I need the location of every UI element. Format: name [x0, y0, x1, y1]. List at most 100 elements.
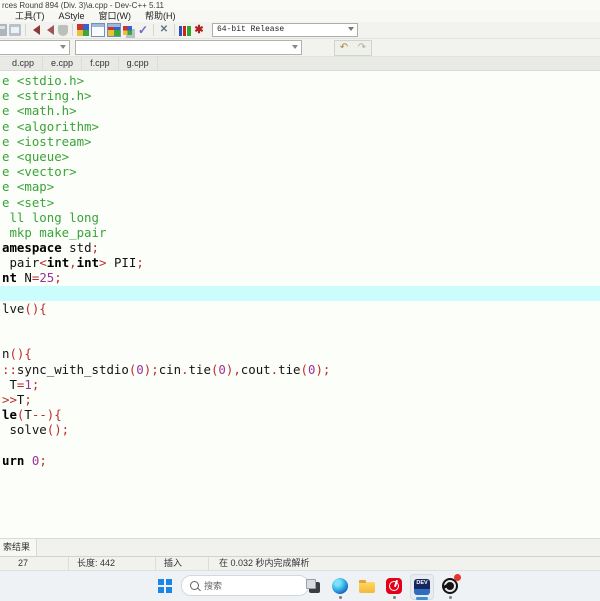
run-icon[interactable] [91, 23, 105, 37]
code-token: ; [136, 255, 144, 271]
code-token: urn [2, 452, 25, 468]
task-view-button[interactable] [302, 574, 324, 598]
code-token: 0 [136, 361, 144, 377]
code-token: e <vector> [2, 164, 77, 180]
code-token: > [99, 255, 107, 271]
tab-d.cpp[interactable]: d.cpp [4, 57, 44, 70]
editor-tabbar: d.cpp e.cpp f.cpp g.cpp [0, 57, 600, 71]
menubar: 工具(T) AStyle 窗口(W) 帮助(H) [0, 11, 600, 22]
code-token: e <iostream> [2, 133, 92, 149]
code-token: tie [278, 361, 301, 377]
compiler-config-value: 64-bit Release [217, 25, 285, 34]
tab-e.cpp[interactable]: e.cpp [43, 57, 83, 70]
code-token: solve [2, 422, 47, 438]
code-token: T [24, 407, 32, 423]
code-token: , [69, 255, 77, 271]
devcpp-icon-glyph: DEV [414, 579, 430, 595]
tab-g.cpp[interactable]: g.cpp [119, 57, 158, 70]
code-line: e <queue> [0, 149, 600, 164]
code-line: nt N=25; [0, 270, 600, 285]
panel-tab-search-results[interactable]: 索结果 [0, 539, 38, 556]
netease-music-icon[interactable] [383, 574, 405, 599]
taskbar-search[interactable]: 搜索 [181, 575, 309, 596]
report-panel: 索结果 [0, 538, 600, 557]
back-icon[interactable] [30, 24, 42, 36]
forward-icon[interactable] [44, 24, 56, 36]
code-token: e <set> [2, 194, 55, 210]
menu-item-3[interactable]: 帮助(H) [138, 11, 183, 22]
goto-forward-icon[interactable]: ↷ [353, 41, 371, 55]
code-token: 0 [218, 361, 226, 377]
code-token: :: [2, 361, 17, 377]
status-cell-0: 27 [0, 557, 69, 571]
delete-profile-icon[interactable]: ✱ [193, 24, 205, 36]
obs-icon[interactable] [439, 574, 461, 599]
code-line: e <map> [0, 179, 600, 194]
code-token: >> [2, 391, 17, 407]
search-icon [190, 581, 199, 590]
code-token: e <map> [2, 179, 55, 195]
code-token: (); [46, 422, 70, 438]
start-button[interactable] [158, 579, 164, 585]
status-cell-1: 长度: 442 [69, 557, 156, 571]
chevron-down-icon [292, 45, 298, 52]
code-token: e <algorithm> [2, 118, 99, 134]
code-token: e <string.h> [2, 88, 92, 104]
netease-music-icon-glyph [386, 578, 402, 594]
chevron-down-icon [348, 27, 354, 34]
code-line: e <math.h> [0, 103, 600, 118]
code-token: ; [54, 270, 62, 286]
code-line: n(){ [0, 346, 600, 361]
compiler-config-select[interactable]: 64-bit Release [212, 23, 358, 37]
member-browser-combo[interactable] [75, 40, 302, 55]
task-view-button-glyph [306, 578, 320, 593]
code-line: e <string.h> [0, 88, 600, 103]
debug-check-icon[interactable]: ✓ [137, 24, 149, 36]
code-token: . [270, 361, 279, 377]
code-token: ; [31, 376, 40, 392]
class-browser-combo[interactable] [0, 40, 70, 55]
running-indicator [448, 596, 452, 599]
search-placeholder: 搜索 [204, 581, 223, 591]
code-token: int [76, 255, 100, 271]
explorer-icon[interactable] [356, 574, 378, 598]
goto-back-icon[interactable]: ↶ [335, 41, 353, 55]
shield-icon[interactable] [58, 24, 68, 36]
devcpp-icon[interactable]: DEV [410, 574, 434, 600]
printer-icon[interactable] [0, 24, 7, 36]
toolbar-separator [25, 24, 26, 36]
code-token: ); [315, 361, 331, 377]
code-token: ), [225, 361, 241, 377]
code-token: std [61, 240, 92, 256]
profile-icon[interactable] [179, 26, 191, 36]
code-line: T=1; [0, 377, 600, 392]
rebuild-all-icon[interactable] [123, 25, 132, 35]
code-editor[interactable]: e <stdio.h> e <string.h> e <math.h> e <algo… [0, 71, 600, 540]
code-token: ; [24, 391, 32, 407]
save-icon[interactable] [9, 24, 21, 36]
code-line: ::sync_with_stdio(0);cin.tie(0),cout.tie… [0, 362, 600, 377]
code-token: 25 [39, 270, 55, 286]
edge-icon[interactable] [329, 574, 351, 599]
menu-item-0[interactable]: 工具(T) [8, 11, 52, 22]
tab-f.cpp[interactable]: f.cpp [82, 57, 119, 70]
code-line: urn 0; [0, 453, 600, 468]
statusbar: 27 长度: 442 插入在 0.032 秒内完成解析 [0, 556, 600, 571]
code-token: amespace [2, 240, 62, 256]
compile-run-icon[interactable] [107, 23, 121, 37]
abort-icon[interactable]: ✕ [158, 24, 170, 36]
code-token: lve [2, 300, 25, 316]
code-token: int [46, 255, 70, 271]
edge-icon-glyph [332, 578, 348, 594]
code-token: N [16, 270, 32, 286]
menu-item-2[interactable]: 窗口(W) [92, 11, 139, 22]
compile-icon[interactable] [77, 24, 89, 36]
status-cell-3: 在 0.032 秒内完成解析 [219, 558, 310, 568]
main-toolbar: ✓ ✕ ✱ 64-bit Release [0, 22, 600, 39]
menu-item-1[interactable]: AStyle [52, 11, 92, 22]
code-token: e <math.h> [2, 103, 77, 119]
